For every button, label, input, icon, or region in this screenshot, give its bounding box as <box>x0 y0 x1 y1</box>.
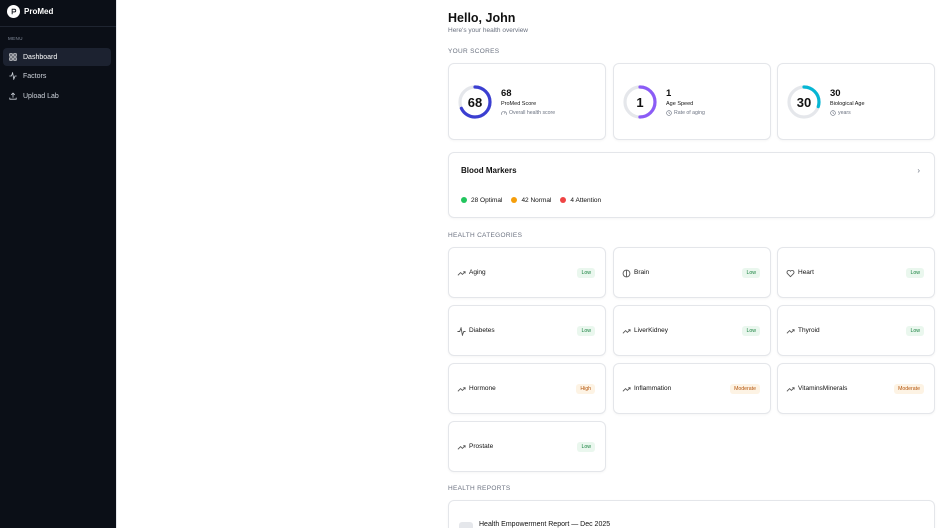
score-value: 30 <box>830 88 841 99</box>
brain-icon <box>622 269 631 278</box>
status-badge: Moderate <box>730 384 760 394</box>
grid-icon <box>9 53 17 61</box>
brand-name: ProMed <box>24 6 54 16</box>
trend-up-icon <box>457 271 466 276</box>
score-card-age-speed[interactable]: 1 1 Age Speed Rate of aging <box>613 63 771 140</box>
category-card-liverkidney[interactable]: LiverKidney Low <box>613 305 771 356</box>
score-value: 1 <box>666 88 672 99</box>
status-dot-icon <box>461 197 467 203</box>
promed-logo-icon <box>7 4 20 18</box>
status-badge: Low <box>577 442 595 452</box>
category-name: Diabetes <box>469 327 495 334</box>
category-card-aging[interactable]: Aging Low <box>448 247 606 298</box>
activity-icon <box>9 72 17 80</box>
subtitle: Here's your health overview <box>448 27 528 34</box>
categories-section-label: HEALTH CATEGORIES <box>448 232 523 239</box>
category-card-vitaminsminerals[interactable]: VitaminsMinerals Moderate <box>777 363 935 414</box>
heart-icon <box>786 270 795 278</box>
trend-up-icon <box>622 387 631 392</box>
category-card-hormone[interactable]: Hormone High <box>448 363 606 414</box>
sidebar-item-upload-lab[interactable]: Upload Lab <box>3 87 111 105</box>
category-card-thyroid[interactable]: Thyroid Low <box>777 305 935 356</box>
trend-up-icon <box>457 387 466 392</box>
sidebar-item-dashboard[interactable]: Dashboard <box>3 48 111 66</box>
category-name: Inflammation <box>634 385 672 392</box>
status-badge: High <box>576 384 595 394</box>
legend-item-optimal: 28 Optimal <box>461 197 502 204</box>
status-badge: Low <box>742 326 760 336</box>
status-dot-icon <box>511 197 518 203</box>
category-card-diabetes[interactable]: Diabetes Low <box>448 305 606 356</box>
category-name: Prostate <box>469 443 494 450</box>
score-name: ProMed Score <box>501 101 537 107</box>
score-ring-value: 30 <box>796 94 812 110</box>
score-value: 68 <box>501 88 512 99</box>
clock-icon <box>666 110 672 116</box>
legend-item-attention: 4 Attention <box>560 197 601 204</box>
status-badge: Moderate <box>894 384 924 394</box>
category-card-brain[interactable]: Brain Low <box>613 247 771 298</box>
activity-icon <box>457 327 466 336</box>
sidebar-divider <box>0 26 116 27</box>
status-dot-icon <box>560 197 567 203</box>
status-badge: Low <box>577 326 595 336</box>
category-name: VitaminsMinerals <box>798 385 848 392</box>
sidebar-item-factors[interactable]: Factors <box>3 67 111 85</box>
category-card-inflammation[interactable]: Inflammation Moderate <box>613 363 771 414</box>
status-badge: Low <box>742 268 760 278</box>
category-card-prostate[interactable]: Prostate Low <box>448 421 606 472</box>
trend-up-icon <box>786 387 795 392</box>
score-desc: Rate of aging <box>674 110 705 116</box>
blood-markers-card[interactable]: Blood Markers › 28 Optimal 42 Normal 4 A… <box>448 152 935 218</box>
report-card[interactable]: Health Empowerment Report — Dec 2025 <box>448 500 935 528</box>
score-card-promed[interactable]: 68 68 ProMed Score Overall health score <box>448 63 606 140</box>
sidebar-item-label: Upload Lab <box>23 92 59 100</box>
score-ring-value: 1 <box>636 94 644 110</box>
category-name: Brain <box>634 269 650 276</box>
menu-label: MENU <box>8 36 23 41</box>
reports-section-label: HEALTH REPORTS <box>448 485 511 492</box>
greeting: Hello, John <box>448 11 516 25</box>
category-name: Aging <box>469 269 486 276</box>
score-name: Age Speed <box>666 101 694 107</box>
upload-icon <box>9 92 17 100</box>
document-icon <box>459 522 473 528</box>
blood-markers-title: Blood Markers <box>461 166 517 175</box>
category-card-heart[interactable]: Heart Low <box>777 247 935 298</box>
gauge-icon <box>501 110 507 115</box>
trend-up-icon <box>457 445 466 450</box>
blood-markers-legend: 28 Optimal 42 Normal 4 Attention <box>461 197 601 204</box>
category-name: Hormone <box>469 385 496 392</box>
sidebar-item-label: Dashboard <box>23 53 58 61</box>
category-name: LiverKidney <box>634 327 668 334</box>
status-badge: Low <box>577 268 595 278</box>
score-name: Biological Age <box>830 101 865 107</box>
main-area: Hello, John Here's your health overview … <box>116 0 938 528</box>
sidebar: ProMed MENU Dashboard Factors Upload Lab <box>0 0 116 528</box>
scores-section-label: YOUR SCORES <box>448 48 500 55</box>
brand[interactable]: ProMed <box>7 4 53 18</box>
report-title: Health Empowerment Report — Dec 2025 <box>479 521 611 528</box>
calendar-icon <box>830 110 836 116</box>
category-name: Heart <box>798 269 814 276</box>
trend-up-icon <box>622 329 631 334</box>
score-desc: Overall health score <box>509 110 556 116</box>
score-desc: years <box>838 110 851 116</box>
legend-item-normal: 42 Normal <box>511 197 551 204</box>
status-badge: Low <box>906 268 924 278</box>
score-card-biological-age[interactable]: 30 30 Biological Age years <box>777 63 935 140</box>
score-ring-value: 68 <box>467 94 483 110</box>
status-badge: Low <box>906 326 924 336</box>
sidebar-item-label: Factors <box>23 72 47 80</box>
category-name: Thyroid <box>798 327 820 334</box>
trend-up-icon <box>786 329 795 334</box>
chevron-right-icon[interactable]: › <box>917 166 920 175</box>
